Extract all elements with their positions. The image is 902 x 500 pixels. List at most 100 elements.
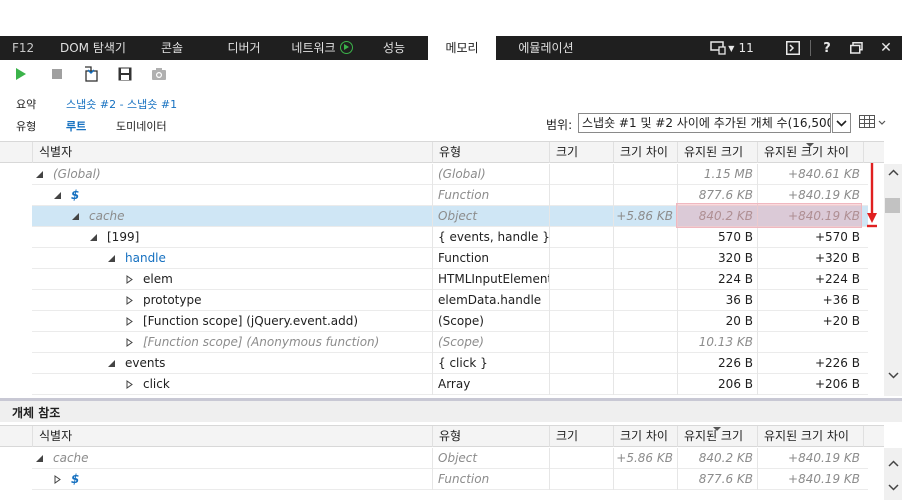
expanded-triangle-icon[interactable]	[108, 255, 125, 262]
undock-button[interactable]	[846, 36, 866, 60]
tab-memory[interactable]: 메모리	[428, 36, 496, 60]
cell-size	[549, 290, 607, 310]
subtab-dominators[interactable]: 도미네이터	[116, 118, 167, 134]
cell-retained-size: 206 B	[718, 377, 753, 391]
expanded-triangle-icon[interactable]	[108, 360, 125, 367]
cell-identifier: [Function scope] (Anonymous function)	[126, 332, 428, 352]
tab-emulation[interactable]: 에뮬레이션	[506, 36, 586, 60]
table-row[interactable]: prototype elemData.handle 36 B +36 B	[32, 290, 868, 311]
expanded-triangle-icon[interactable]	[90, 234, 107, 241]
cell-type: (Global)	[438, 167, 486, 181]
identifier-text: prototype	[143, 293, 202, 307]
scrollbar-thumb[interactable]	[885, 198, 900, 213]
console-toggle-button[interactable]	[782, 36, 804, 60]
cell-retained-diff: +570 B	[814, 230, 860, 244]
help-icon[interactable]: ?	[818, 36, 836, 60]
column-divider	[613, 185, 614, 206]
col-identifier[interactable]: 식별자	[32, 142, 432, 163]
expanded-triangle-icon[interactable]	[72, 213, 89, 220]
column-divider	[432, 206, 433, 227]
table-row[interactable]: [199] { events, handle } 570 B +570 B	[32, 227, 868, 248]
cell-size	[549, 469, 607, 489]
column-divider	[677, 353, 678, 374]
import-button[interactable]	[82, 65, 100, 83]
collapsed-triangle-icon[interactable]	[126, 317, 143, 326]
cell-identifier: prototype	[126, 290, 428, 310]
table-row[interactable]: [Function scope] (jQuery.event.add) (Scop…	[32, 311, 868, 332]
scope-dropdown-button[interactable]	[832, 113, 851, 133]
subtab-types[interactable]: 유형	[16, 118, 36, 134]
table-row[interactable]: [Function scope] (Anonymous function) (Sc…	[32, 332, 868, 353]
tab-debugger[interactable]: 디버거	[214, 36, 274, 60]
sort-descending-icon	[806, 143, 814, 147]
col-type[interactable]: 유형	[432, 426, 549, 447]
expanded-triangle-icon[interactable]	[36, 171, 53, 178]
col-size[interactable]: 크기	[549, 426, 613, 447]
cell-size-diff	[613, 311, 673, 331]
cell-retained-diff: +224 B	[814, 272, 860, 286]
cell-type: (Scope)	[438, 335, 484, 349]
start-profiling-button[interactable]	[12, 65, 30, 83]
target-selector[interactable]: ▼ 11	[704, 36, 760, 60]
chevron-down-icon: ▼	[728, 43, 735, 53]
col-size[interactable]: 크기	[549, 142, 613, 163]
cell-size	[549, 269, 607, 289]
cell-identifier: events	[108, 353, 428, 373]
col-identifier[interactable]: 식별자	[32, 426, 432, 447]
col-size-diff[interactable]: 크기 차이	[613, 142, 677, 163]
scroll-up-button[interactable]	[884, 454, 902, 472]
target-count: 11	[738, 41, 754, 55]
table-row[interactable]: elem HTMLInputElement 224 B +224 B	[32, 269, 868, 290]
table-row[interactable]: cache Object +5.86 KB 840.2 KB +840.19 KB	[32, 448, 868, 469]
identifier-text: elem	[143, 272, 173, 286]
col-retained-size[interactable]: 유지된 크기	[677, 142, 757, 163]
stop-profiling-button[interactable]	[48, 65, 66, 83]
save-button[interactable]	[116, 65, 134, 83]
scroll-up-button[interactable]	[884, 163, 902, 181]
red-arrow-annotation	[867, 163, 877, 228]
column-divider	[549, 248, 550, 269]
collapsed-triangle-icon[interactable]	[126, 275, 143, 284]
identifier-text: [199]	[107, 230, 140, 244]
close-icon[interactable]: ✕	[876, 36, 896, 60]
tab-dom-explorer[interactable]: DOM 탐색기	[48, 36, 138, 60]
cell-size	[549, 206, 607, 226]
column-chooser-button[interactable]	[859, 115, 889, 132]
table-row[interactable]: (Global) (Global) 1.15 MB +840.61 KB	[32, 164, 868, 185]
tab-performance[interactable]: 성능	[368, 36, 420, 60]
col-retained-diff[interactable]: 유지된 크기 차이	[757, 426, 863, 447]
col-size-diff[interactable]: 크기 차이	[613, 426, 677, 447]
cell-size-diff	[613, 374, 673, 394]
expanded-triangle-icon[interactable]	[36, 455, 53, 462]
table-row[interactable]: $ Function 877.6 KB +840.19 KB	[32, 469, 868, 490]
cell-retained-size: 877.6 KB	[698, 472, 753, 486]
column-divider	[613, 448, 614, 469]
tab-network[interactable]: 네트워크	[284, 36, 360, 60]
table-row[interactable]: click Array 206 B +206 B	[32, 374, 868, 395]
chevron-up-icon	[887, 168, 899, 176]
subtab-roots[interactable]: 루트	[66, 118, 86, 134]
cell-identifier: cache	[72, 206, 428, 226]
expanded-triangle-icon[interactable]	[54, 192, 71, 199]
collapsed-triangle-icon[interactable]	[54, 475, 71, 484]
column-divider	[613, 227, 614, 248]
column-divider	[677, 374, 678, 395]
scroll-down-button[interactable]	[884, 366, 902, 384]
column-divider	[432, 353, 433, 374]
cell-retained-size: 226 B	[718, 356, 753, 370]
column-divider	[677, 448, 678, 469]
collapsed-triangle-icon[interactable]	[126, 338, 143, 347]
col-type[interactable]: 유형	[432, 142, 549, 163]
scope-select[interactable]: 스냅숏 #1 및 #2 사이에 추가된 개체 수(16,500)	[578, 113, 831, 133]
scroll-down-button[interactable]	[884, 478, 902, 496]
tab-console[interactable]: 콘솔	[146, 36, 198, 60]
table-row[interactable]: events { click } 226 B +226 B	[32, 353, 868, 374]
column-divider	[549, 227, 550, 248]
collapsed-triangle-icon[interactable]	[126, 296, 143, 305]
collapsed-triangle-icon[interactable]	[126, 380, 143, 389]
snapshot-compare-link[interactable]: 스냅숏 #2 - 스냅숏 #1	[66, 96, 177, 112]
column-divider	[549, 290, 550, 311]
table-row[interactable]: handle Function 320 B +320 B	[32, 248, 868, 269]
column-divider	[613, 164, 614, 185]
snapshot-button[interactable]	[150, 65, 168, 83]
